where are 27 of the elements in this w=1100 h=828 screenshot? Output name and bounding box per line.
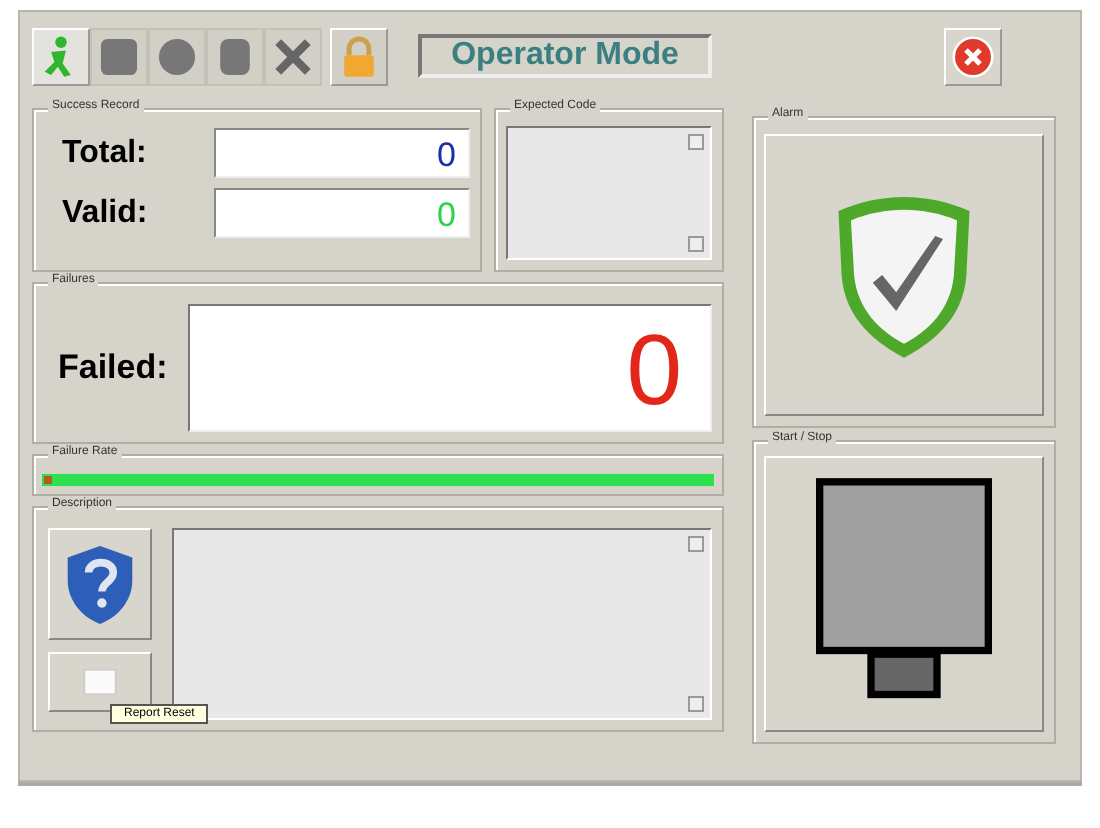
count-field: 0 — [214, 128, 470, 178]
help-button[interactable] — [48, 528, 152, 640]
marker-icon — [44, 476, 52, 484]
scroll-up-button[interactable] — [688, 134, 704, 150]
tab[interactable] — [206, 27, 264, 85]
mode-label: Operator Mode — [418, 34, 712, 78]
text-area[interactable] — [506, 126, 712, 260]
field-label: Total: — [62, 135, 147, 171]
monitor-icon — [816, 478, 992, 702]
blank-page-icon — [80, 668, 120, 696]
field-label: Failed: — [58, 347, 168, 387]
count-field: 0 — [214, 188, 470, 238]
scroll-up-button[interactable] — [688, 536, 704, 552]
tab[interactable] — [264, 27, 322, 85]
tab[interactable] — [148, 27, 206, 85]
tab[interactable] — [90, 27, 148, 85]
close-icon — [952, 35, 994, 77]
alarm-button[interactable] — [764, 134, 1044, 416]
rounded-square-icon — [96, 33, 142, 79]
question-shield-icon — [62, 542, 138, 626]
field-label: Valid: — [62, 195, 148, 231]
close-button[interactable] — [944, 27, 1002, 85]
scroll-down-button[interactable] — [688, 696, 704, 712]
count-field: 0 — [187, 303, 712, 431]
start-stop-button[interactable] — [764, 456, 1044, 732]
circle-icon — [154, 33, 200, 79]
scroll-down-button[interactable] — [688, 236, 704, 252]
